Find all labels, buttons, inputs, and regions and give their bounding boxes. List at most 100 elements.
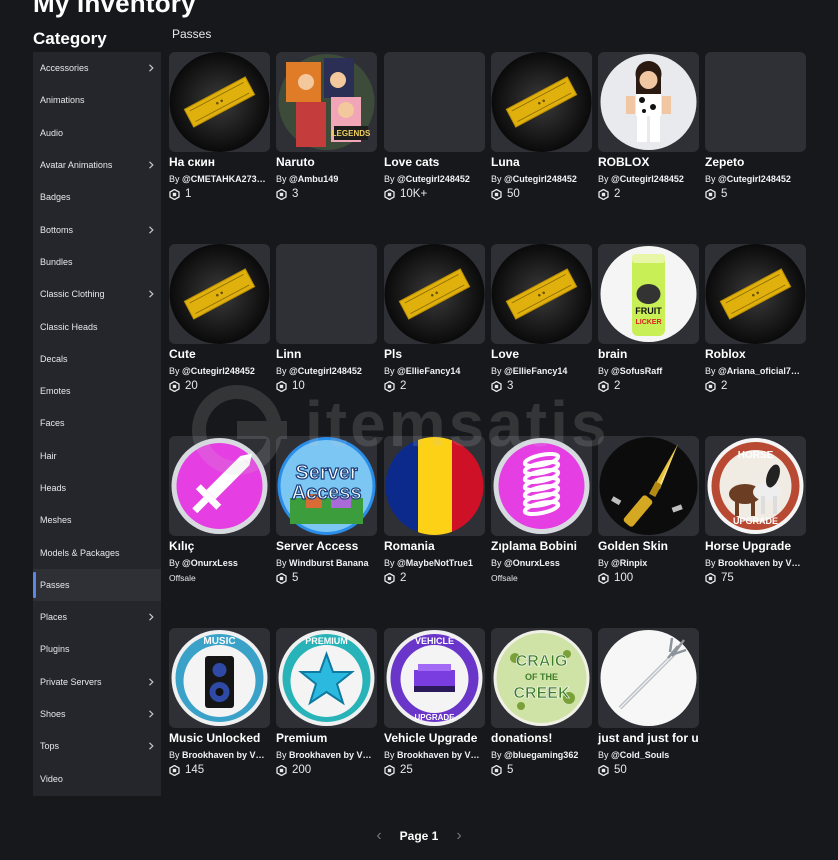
chevron-right-icon[interactable] bbox=[147, 225, 155, 234]
creator-name-link[interactable]: @MaybeNotTrue1 bbox=[397, 558, 473, 568]
item-name[interactable]: Love cats bbox=[384, 154, 485, 171]
item-name[interactable]: Premium bbox=[276, 730, 377, 747]
item-name[interactable]: donations! bbox=[491, 730, 592, 747]
item-thumbnail[interactable] bbox=[384, 436, 485, 536]
sidebar-item-accessories[interactable]: Accessories bbox=[33, 52, 161, 84]
item-card-roblox[interactable]: ROBLOX By @Cutegirl248452 2 bbox=[598, 52, 699, 201]
sidebar-item-tops[interactable]: Tops bbox=[33, 730, 161, 762]
item-name[interactable]: Naruto bbox=[276, 154, 377, 171]
chevron-right-icon[interactable] bbox=[147, 742, 155, 751]
creator-name-link[interactable]: @CMETAHKA273… bbox=[182, 174, 266, 184]
creator-name-link[interactable]: @OnurxLess bbox=[504, 558, 560, 568]
item-thumbnail[interactable]: Server Access bbox=[276, 436, 377, 536]
next-page-icon[interactable]: › bbox=[456, 828, 461, 844]
chevron-right-icon[interactable] bbox=[147, 161, 155, 169]
sidebar-item-passes[interactable]: Passes bbox=[33, 568, 161, 602]
creator-name-link[interactable]: @Rinpix bbox=[611, 558, 647, 568]
sidebar-item-places[interactable]: Places bbox=[33, 601, 161, 633]
creator-name-link[interactable]: @Ariana_oficial7… bbox=[718, 366, 800, 376]
item-thumbnail[interactable] bbox=[169, 436, 270, 536]
creator-name-link[interactable]: @Ambu149 bbox=[289, 174, 338, 184]
sidebar-item-plugins[interactable]: Plugins bbox=[33, 633, 161, 665]
creator-name-link[interactable]: @bluegaming362 bbox=[504, 750, 578, 760]
sidebar-item-badges[interactable]: Badges bbox=[33, 181, 161, 213]
creator-name-link[interactable]: Brookhaven by V… bbox=[397, 750, 480, 760]
sidebar-item-faces[interactable]: Faces bbox=[33, 407, 161, 439]
creator-name-link[interactable]: @EllieFancy14 bbox=[504, 366, 567, 376]
creator-name-link[interactable]: Brookhaven by V… bbox=[718, 558, 801, 568]
sidebar-item-classic-clothing[interactable]: Classic Clothing bbox=[33, 278, 161, 310]
creator-name-link[interactable]: @EllieFancy14 bbox=[397, 366, 460, 376]
creator-name-link[interactable]: @Cutegirl248452 bbox=[718, 174, 791, 184]
sidebar-item-classic-heads[interactable]: Classic Heads bbox=[33, 310, 161, 342]
item-name[interactable]: Pls bbox=[384, 346, 485, 363]
item-name[interactable]: Music Unlocked bbox=[169, 730, 270, 747]
item-name[interactable]: Roblox bbox=[705, 346, 806, 363]
item-name[interactable]: brain bbox=[598, 346, 699, 363]
item-card-just-and-just-for-u[interactable]: just and just for u By @Cold_Souls 50 bbox=[598, 628, 699, 777]
sidebar-item-decals[interactable]: Decals bbox=[33, 343, 161, 375]
item-name[interactable]: На скин bbox=[169, 154, 270, 171]
chevron-right-icon[interactable] bbox=[147, 290, 155, 298]
item-thumbnail[interactable] bbox=[491, 436, 592, 536]
item-thumbnail[interactable] bbox=[598, 628, 699, 728]
creator-name-link[interactable]: Brookhaven by V… bbox=[182, 750, 265, 760]
item-card-pls[interactable]: Pls By @EllieFancy14 2 bbox=[384, 244, 485, 393]
item-name[interactable]: Cute bbox=[169, 346, 270, 363]
item-thumbnail[interactable]: PREMIUM bbox=[276, 628, 377, 728]
item-name[interactable]: ROBLOX bbox=[598, 154, 699, 171]
item-card-roblox[interactable]: Roblox By @Ariana_oficial7… 2 bbox=[705, 244, 806, 393]
creator-name-link[interactable]: Brookhaven by V… bbox=[289, 750, 372, 760]
item-card-romania[interactable]: Romania By @MaybeNotTrue1 2 bbox=[384, 436, 485, 585]
item-name[interactable]: Zıplama Bobini bbox=[491, 538, 592, 555]
item-name[interactable]: Zepeto bbox=[705, 154, 806, 171]
item-thumbnail[interactable]: FRUIT LICKER bbox=[598, 244, 699, 344]
creator-name-link[interactable]: @Cutegirl248452 bbox=[397, 174, 470, 184]
sidebar-item-shoes[interactable]: Shoes bbox=[33, 698, 161, 730]
sidebar-item-heads[interactable]: Heads bbox=[33, 472, 161, 504]
item-name[interactable]: Kılıç bbox=[169, 538, 270, 555]
sidebar-item-bundles[interactable]: Bundles bbox=[33, 246, 161, 278]
creator-name-link[interactable]: @Cutegirl248452 bbox=[182, 366, 255, 376]
creator-name-link[interactable]: @OnurxLess bbox=[182, 558, 238, 568]
item-thumbnail[interactable] bbox=[276, 244, 377, 344]
sidebar-item-audio[interactable]: Audio bbox=[33, 117, 161, 149]
item-thumbnail[interactable] bbox=[491, 52, 592, 152]
creator-name-link[interactable]: @SofusRaff bbox=[611, 366, 662, 376]
item-card-donations[interactable]: CRAIG OF THE CREEK donations! By @bluegami… bbox=[491, 628, 592, 777]
item-name[interactable]: Linn bbox=[276, 346, 377, 363]
sidebar-item-hair[interactable]: Hair bbox=[33, 440, 161, 472]
item-name[interactable]: Horse Upgrade bbox=[705, 538, 806, 555]
item-card-naruto[interactable]: LEGENDS Naruto By @Ambu149 3 bbox=[276, 52, 377, 201]
item-name[interactable]: Love bbox=[491, 346, 592, 363]
sidebar-item-private-servers[interactable]: Private Servers bbox=[33, 666, 161, 698]
item-card-[interactable]: На скин By @CMETAHKA273… 1 bbox=[169, 52, 270, 201]
item-card-cute[interactable]: Cute By @Cutegirl248452 20 bbox=[169, 244, 270, 393]
creator-name-link[interactable]: @Cold_Souls bbox=[611, 750, 669, 760]
sidebar-item-emotes[interactable]: Emotes bbox=[33, 375, 161, 407]
chevron-right-icon[interactable] bbox=[147, 64, 155, 72]
item-thumbnail[interactable] bbox=[384, 52, 485, 152]
item-thumbnail[interactable] bbox=[169, 244, 270, 344]
item-thumbnail[interactable]: MUSIC bbox=[169, 628, 270, 728]
sidebar-item-bottoms[interactable]: Bottoms bbox=[33, 213, 161, 245]
creator-name-link[interactable]: Windburst Banana bbox=[289, 558, 368, 568]
item-thumbnail[interactable] bbox=[491, 244, 592, 344]
item-name[interactable]: Server Access bbox=[276, 538, 377, 555]
item-card-linn[interactable]: Linn By @Cutegirl248452 10 bbox=[276, 244, 377, 393]
sidebar-item-avatar-animations[interactable]: Avatar Animations bbox=[33, 149, 161, 181]
item-thumbnail[interactable]: HORSE UPGRADE bbox=[705, 436, 806, 536]
chevron-right-icon[interactable] bbox=[147, 710, 155, 718]
item-card-premium[interactable]: PREMIUM Premium By Brookhaven by V… 200 bbox=[276, 628, 377, 777]
item-card-k-l[interactable]: Kılıç By @OnurxLess Offsale bbox=[169, 436, 270, 584]
item-card-horse-upgrade[interactable]: HORSE UPGRADE Horse Upgrade By Brookhaven … bbox=[705, 436, 806, 585]
item-name[interactable]: Golden Skin bbox=[598, 538, 699, 555]
item-card-love-cats[interactable]: Love cats By @Cutegirl248452 10K+ bbox=[384, 52, 485, 201]
item-card-music-unlocked[interactable]: MUSIC Music Unlocked By Brookhaven by V… 14… bbox=[169, 628, 270, 777]
item-card-luna[interactable]: Luna By @Cutegirl248452 50 bbox=[491, 52, 592, 201]
item-card-golden-skin[interactable]: Golden Skin By @Rinpix 100 bbox=[598, 436, 699, 585]
creator-name-link[interactable]: @Cutegirl248452 bbox=[289, 366, 362, 376]
sidebar-item-meshes[interactable]: Meshes bbox=[33, 504, 161, 536]
sidebar-item-video[interactable]: Video bbox=[33, 763, 161, 795]
item-thumbnail[interactable]: CRAIG OF THE CREEK bbox=[491, 628, 592, 728]
